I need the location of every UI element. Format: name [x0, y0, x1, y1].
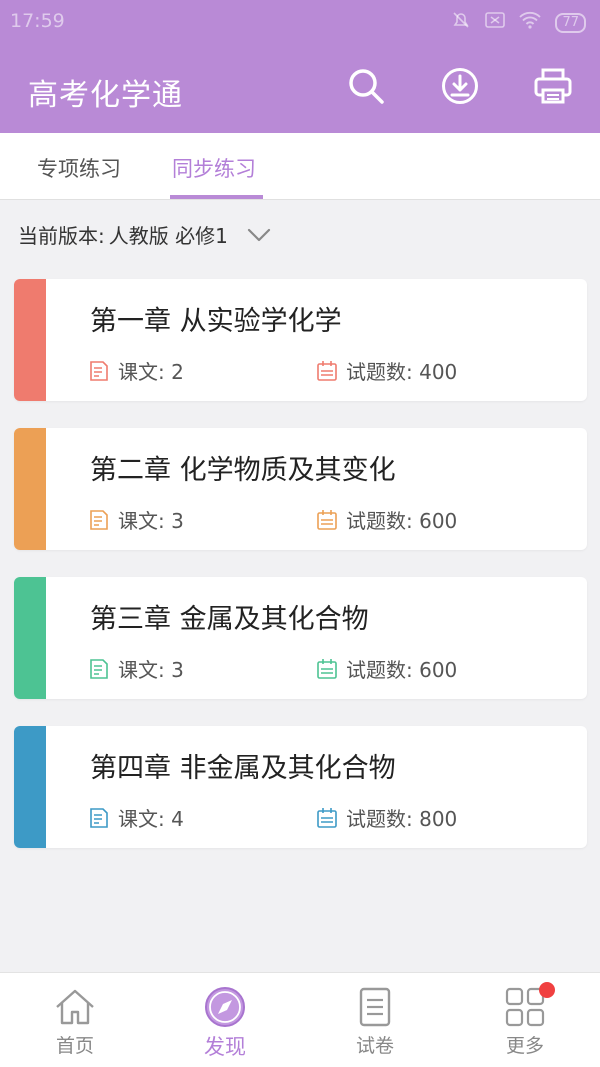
chevron-down-icon	[247, 228, 270, 241]
lesson-count-text: 课文: 2	[118, 360, 184, 384]
question-count-text: 试题数: 600	[346, 658, 458, 682]
card-color-stripe	[14, 577, 46, 699]
nav-label-more: 更多	[505, 1035, 544, 1057]
tab-special-practice[interactable]: 专项练习	[37, 153, 121, 183]
question-count-text: 试题数: 400	[346, 360, 458, 384]
search-icon[interactable]	[346, 66, 386, 106]
status-time: 17:59	[10, 10, 65, 32]
chapter-list: 第一章 从实验学化学 课文: 2 试题数: 400 第二章 化学物质及其变化 课…	[14, 279, 587, 875]
card-color-stripe	[14, 279, 46, 401]
card-color-stripe	[14, 428, 46, 550]
nav-item-home[interactable]: 首页	[0, 973, 150, 1067]
chapter-title: 第四章 非金属及其化合物	[90, 753, 396, 784]
lesson-count-text: 课文: 3	[118, 509, 184, 533]
calendar-icon	[317, 360, 337, 381]
chapter-title: 第二章 化学物质及其变化	[90, 455, 396, 486]
lesson-count: 课文: 2	[88, 356, 184, 385]
question-count-text: 试题数: 600	[346, 509, 458, 533]
bottom-nav: 首页 发现 试卷 更多	[0, 972, 600, 1067]
document-icon	[90, 807, 108, 828]
nav-item-papers[interactable]: 试卷	[300, 973, 450, 1067]
question-count-text: 试题数: 800	[346, 807, 458, 831]
chapter-card[interactable]: 第二章 化学物质及其变化 课文: 3 试题数: 600	[14, 428, 587, 550]
status-bar: 17:59 77	[0, 0, 600, 42]
calendar-icon	[317, 807, 337, 828]
lesson-count-text: 课文: 3	[118, 658, 184, 682]
version-selector[interactable]: 当前版本: 人教版 必修1	[18, 220, 272, 249]
lesson-count: 课文: 4	[88, 803, 184, 832]
version-value: 人教版 必修1	[108, 224, 228, 248]
lesson-count: 课文: 3	[88, 505, 184, 534]
sim-icon	[485, 11, 506, 34]
tab-sync-practice[interactable]: 同步练习	[172, 153, 256, 183]
status-icons: 77	[451, 10, 586, 35]
nav-item-discover[interactable]: 发现	[150, 973, 300, 1067]
nav-item-more[interactable]: 更多	[450, 973, 600, 1067]
nav-label-home: 首页	[55, 1035, 94, 1057]
lesson-count: 课文: 3	[88, 654, 184, 683]
download-icon[interactable]	[440, 66, 480, 106]
document-icon	[90, 509, 108, 530]
nav-label-papers: 试卷	[355, 1035, 394, 1057]
notification-badge	[539, 982, 555, 998]
mute-icon	[451, 10, 471, 35]
app-bar: 17:59 77 高考化学通	[0, 0, 600, 133]
lesson-count-text: 课文: 4	[118, 807, 184, 831]
active-tab-indicator	[170, 195, 263, 199]
card-color-stripe	[14, 726, 46, 848]
app-title: 高考化学通	[28, 78, 183, 113]
tab-bar: 专项练习 同步练习	[0, 133, 600, 200]
paper-icon	[359, 987, 391, 1027]
document-icon	[90, 360, 108, 381]
question-count: 试题数: 800	[316, 803, 457, 832]
chapter-card[interactable]: 第四章 非金属及其化合物 课文: 4 试题数: 800	[14, 726, 587, 848]
chapter-title: 第一章 从实验学化学	[90, 306, 342, 337]
battery-icon: 77	[555, 12, 586, 33]
calendar-icon	[317, 658, 337, 679]
question-count: 试题数: 400	[316, 356, 457, 385]
print-icon[interactable]	[533, 66, 573, 106]
home-icon	[56, 989, 94, 1025]
version-label: 当前版本:	[18, 224, 105, 248]
wifi-icon	[519, 11, 542, 34]
document-icon	[90, 658, 108, 679]
chapter-title: 第三章 金属及其化合物	[90, 604, 369, 635]
calendar-icon	[317, 509, 337, 530]
compass-icon	[205, 987, 245, 1027]
question-count: 试题数: 600	[316, 654, 457, 683]
chapter-card[interactable]: 第一章 从实验学化学 课文: 2 试题数: 400	[14, 279, 587, 401]
question-count: 试题数: 600	[316, 505, 457, 534]
chapter-card[interactable]: 第三章 金属及其化合物 课文: 3 试题数: 600	[14, 577, 587, 699]
nav-label-discover: 发现	[204, 1035, 246, 1059]
